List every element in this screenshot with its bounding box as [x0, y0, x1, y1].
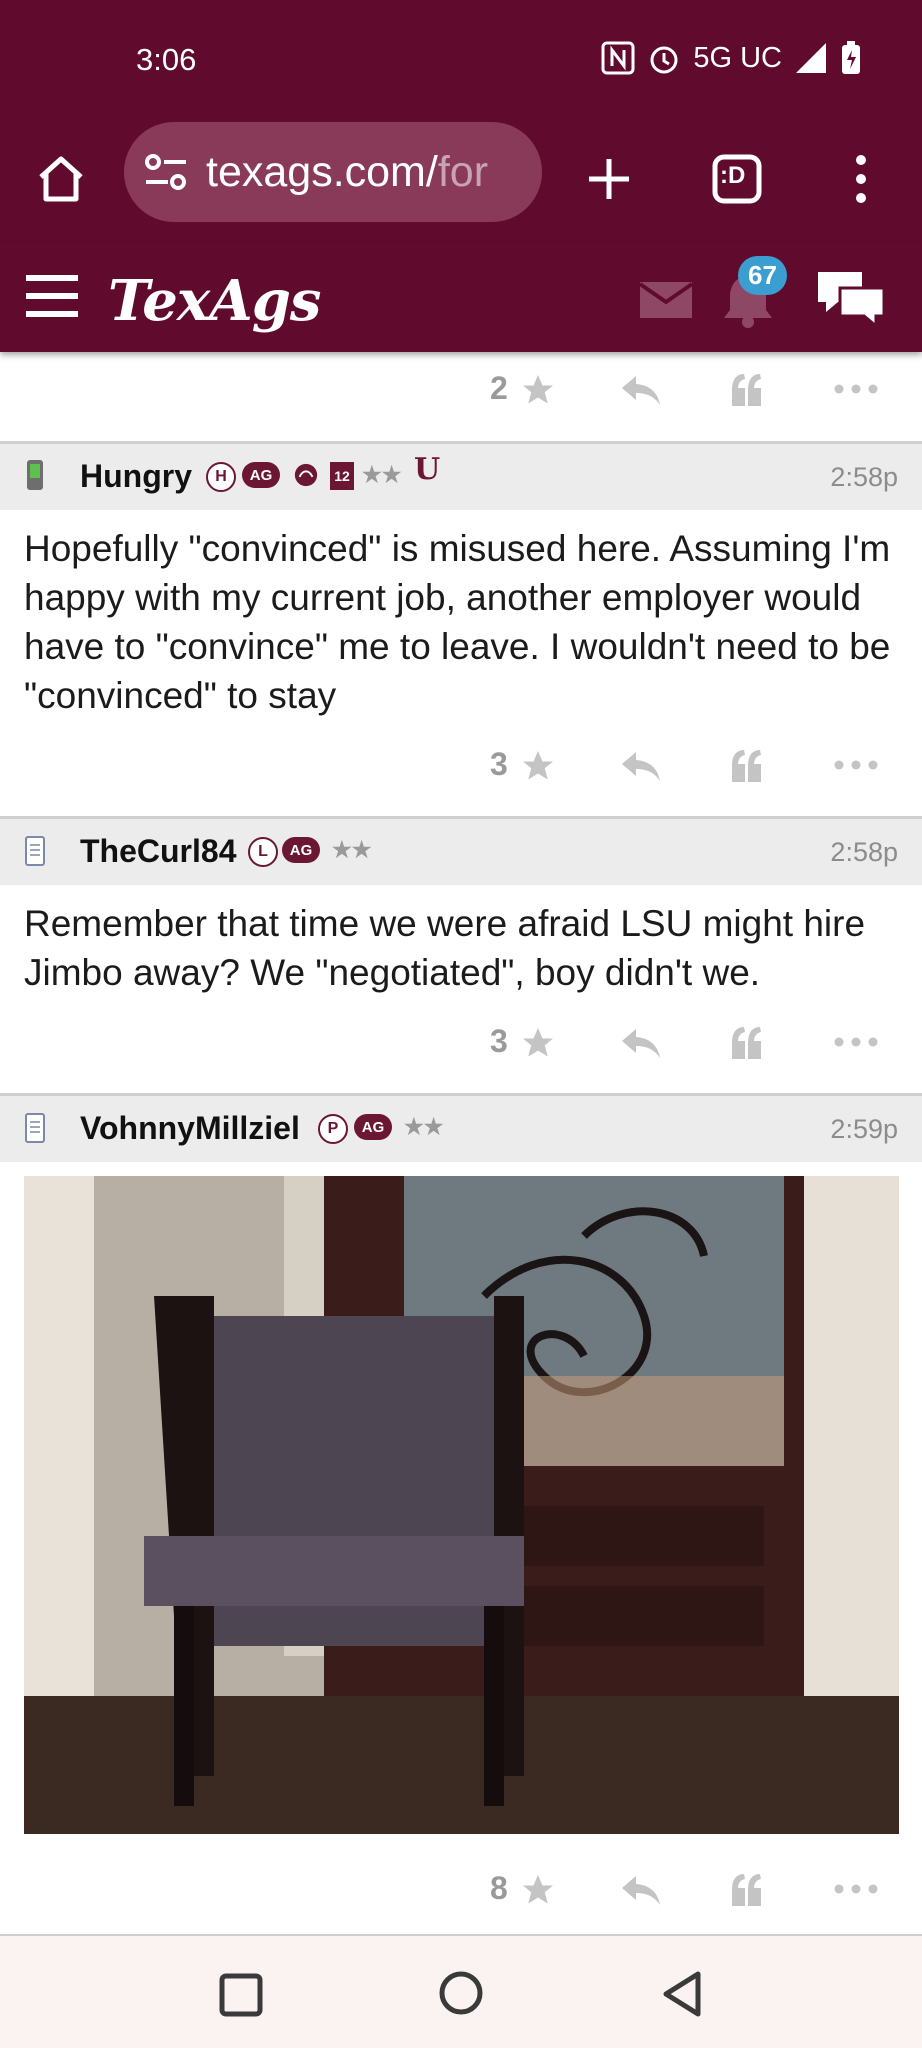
post-header: VohnnyMillziel P AG ★★ 2:59p: [0, 1096, 922, 1162]
home-nav-button[interactable]: [438, 1970, 484, 2016]
url-main: texags.com/: [206, 148, 438, 196]
browser-menu-button[interactable]: [828, 146, 894, 212]
post-body: Hopefully "convinced" is misused here. A…: [24, 528, 891, 716]
chair-photo: [24, 1176, 899, 1834]
reply-icon[interactable]: [620, 750, 662, 782]
star-rating: ★★: [404, 1114, 444, 1139]
signal-icon: [796, 43, 826, 73]
quote-icon[interactable]: [728, 372, 764, 406]
home-icon: [39, 156, 83, 202]
tab-switcher-button[interactable]: :D: [704, 146, 770, 212]
post-time: 2:58p: [830, 837, 898, 867]
star-rating: ★★: [362, 462, 402, 487]
tab-switcher-label: :D: [720, 162, 746, 189]
rank-badge: L: [248, 837, 278, 867]
hamburger-menu-icon[interactable]: [24, 274, 80, 318]
post-header: Hungry H AG 12 ★★ U 2:58p: [0, 444, 922, 510]
like-count: 8: [490, 1870, 508, 1906]
kebab-menu-icon: [856, 155, 866, 203]
ag-badge: AG: [242, 462, 280, 488]
more-options-icon[interactable]: [834, 384, 878, 394]
quote-icon[interactable]: [728, 748, 764, 782]
star-icon[interactable]: [520, 1025, 556, 1061]
system-nav-bar: [0, 1936, 922, 2048]
post-time: 2:58p: [830, 462, 898, 492]
back-button[interactable]: [660, 1970, 704, 2018]
star-icon[interactable]: [520, 748, 556, 784]
post-actions: 3: [0, 726, 922, 806]
chat-bubbles-icon[interactable]: [814, 268, 888, 330]
quote-icon[interactable]: [728, 1872, 764, 1906]
star-icon[interactable]: [520, 1872, 556, 1908]
post-username[interactable]: VohnnyMillziel: [80, 1110, 300, 1147]
battery-icon: [842, 41, 860, 74]
nfc-icon: [601, 41, 635, 75]
like-count: 3: [490, 746, 508, 782]
plus-icon: [589, 159, 629, 199]
recents-button[interactable]: [218, 1972, 264, 2018]
like-count: 3: [490, 1023, 508, 1059]
rank-badge: P: [318, 1114, 348, 1144]
reveille-icon: [294, 463, 318, 487]
post-actions: 3: [0, 1003, 922, 1083]
post-header: TheCurl84 L AG ★★ 2:58p: [0, 819, 922, 885]
network-label: 5G UC: [693, 41, 782, 74]
rank-badge: H: [206, 462, 236, 492]
notification-badge: 67: [738, 256, 787, 295]
status-bar: 3:06 5G UC: [0, 0, 922, 118]
mail-icon[interactable]: [638, 280, 694, 320]
post-username[interactable]: TheCurl84: [80, 833, 236, 870]
status-icons: 5G UC: [601, 40, 862, 76]
star-rating: ★★: [332, 837, 372, 862]
reply-icon[interactable]: [620, 374, 662, 406]
twelfth-man-badge: 12: [330, 462, 354, 490]
post-actions: 8: [0, 1850, 922, 1930]
post-image[interactable]: [24, 1176, 899, 1834]
post-username[interactable]: Hungry: [80, 458, 192, 495]
star-icon[interactable]: [520, 372, 556, 408]
more-options-icon[interactable]: [834, 1037, 878, 1047]
post-body: Remember that time we were afraid LSU mi…: [24, 903, 866, 993]
ag-badge: AG: [354, 1114, 392, 1140]
url-rest: for: [437, 148, 489, 196]
url-field[interactable]: texags.com/for: [124, 122, 542, 222]
post-actions: 2: [0, 350, 922, 430]
like-count: 2: [490, 370, 508, 406]
ag-badge: AG: [282, 837, 320, 863]
url-text: texags.com/for: [206, 148, 532, 197]
status-time: 3:06: [136, 42, 197, 77]
site-info-icon: [145, 154, 186, 190]
more-options-icon[interactable]: [834, 760, 878, 770]
quote-icon[interactable]: [728, 1025, 764, 1059]
notepad-icon: [25, 1113, 45, 1143]
u-badge: U: [414, 451, 441, 487]
more-options-icon[interactable]: [834, 1884, 878, 1894]
phone-icon: [27, 460, 43, 490]
site-logo[interactable]: TexAgs: [108, 268, 321, 334]
reply-icon[interactable]: [620, 1874, 662, 1906]
notepad-icon: [25, 836, 45, 866]
site-header: TexAgs 67: [0, 242, 922, 352]
post-time: 2:59p: [830, 1114, 898, 1144]
alarm-icon: [650, 46, 678, 74]
reply-icon[interactable]: [620, 1027, 662, 1059]
new-tab-button[interactable]: [576, 146, 642, 212]
home-button[interactable]: [28, 146, 94, 212]
